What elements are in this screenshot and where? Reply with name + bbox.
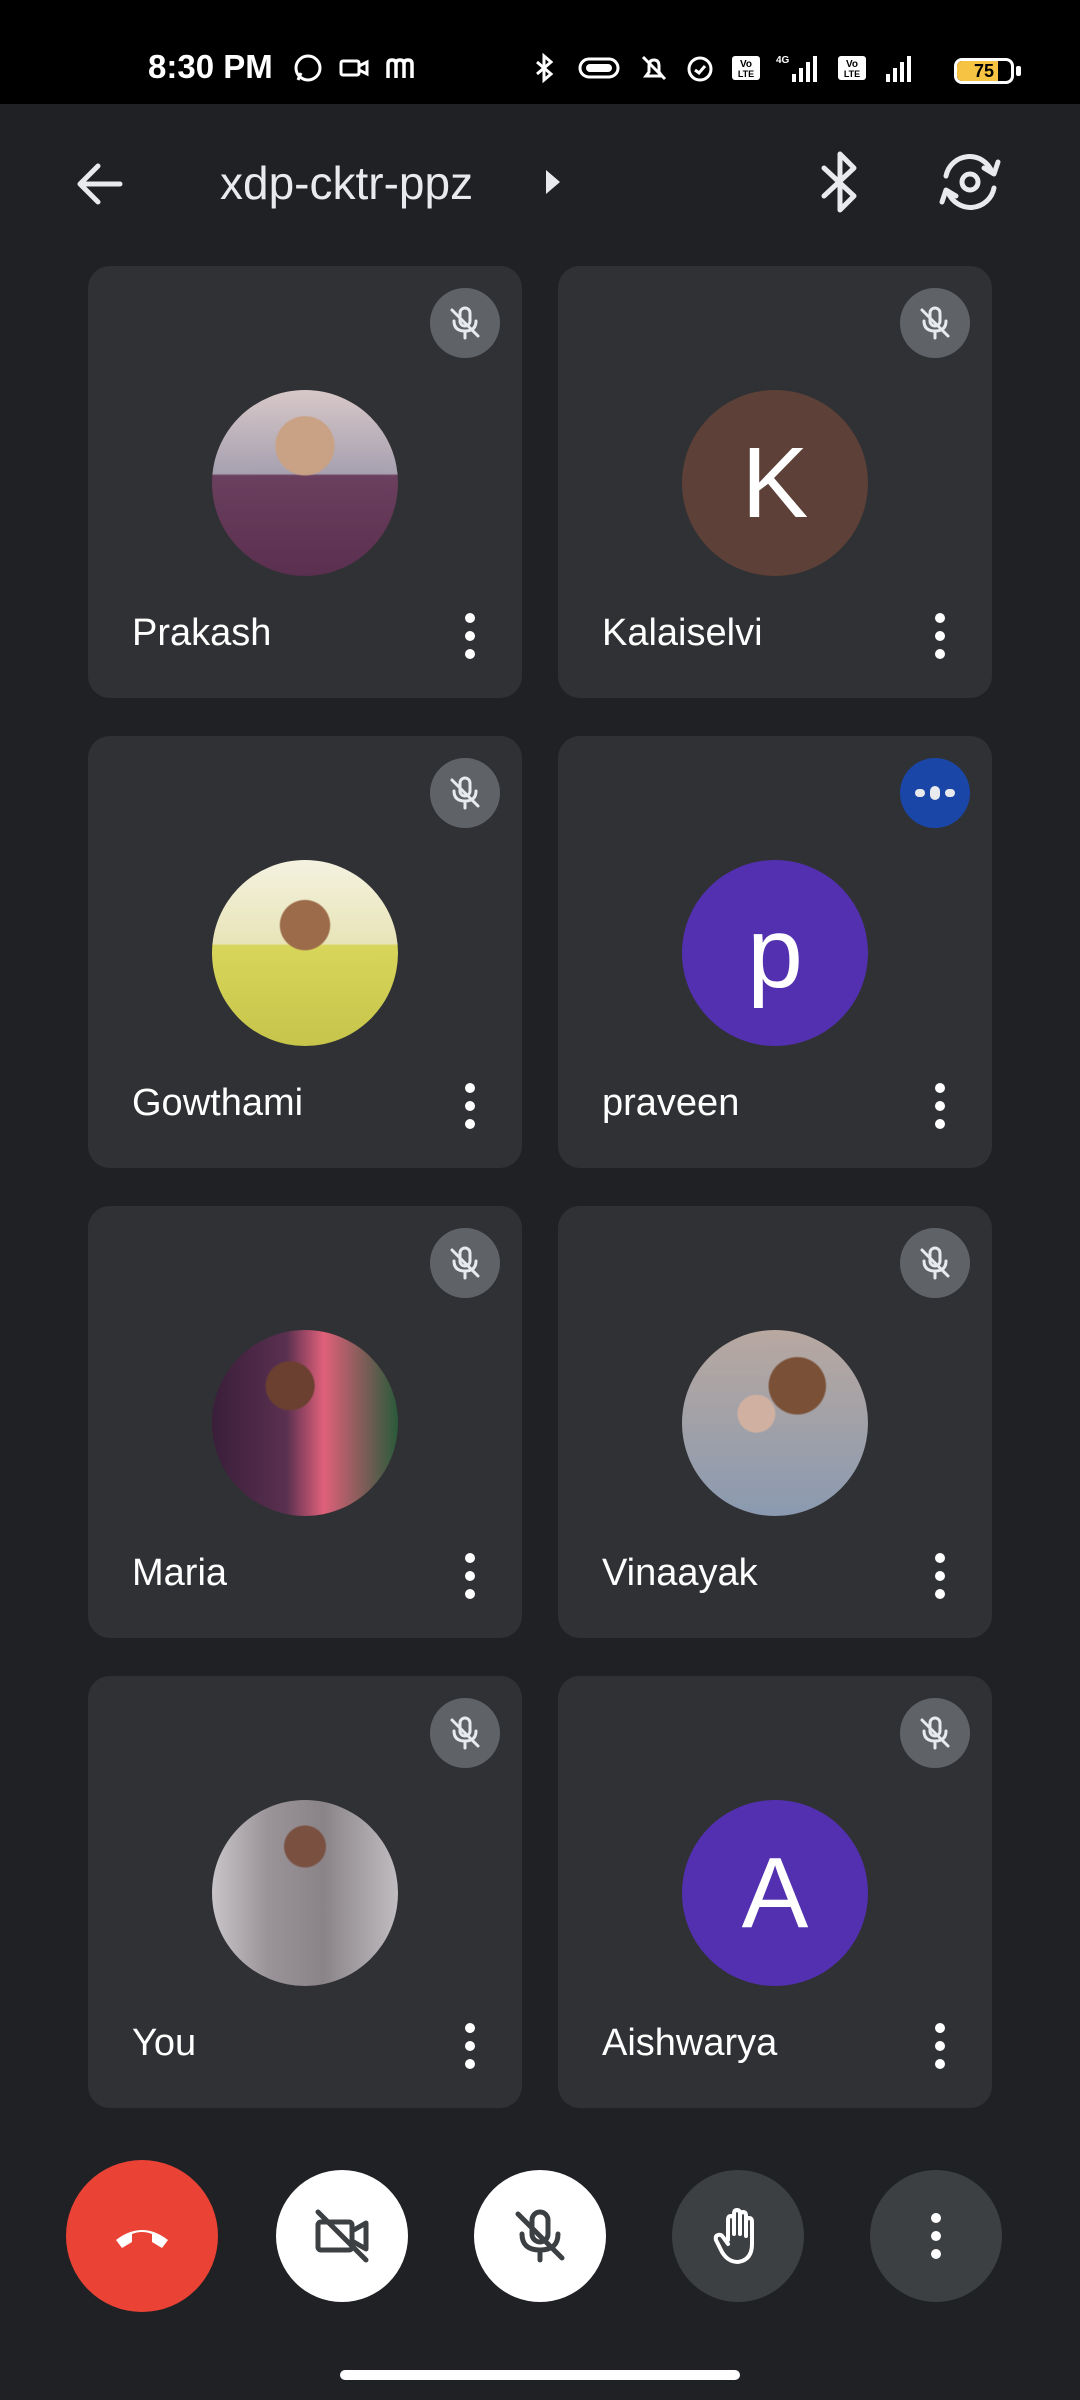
- more-vert-icon[interactable]: [932, 1544, 948, 1608]
- participant-tile[interactable]: Vinaayak: [558, 1206, 992, 1638]
- participant-tile[interactable]: You: [88, 1676, 522, 2108]
- participant-name: Aishwarya: [602, 2022, 778, 2064]
- more-vert-icon[interactable]: [462, 1074, 478, 1138]
- mic-off-icon: [515, 2209, 565, 2263]
- svg-text:LTE: LTE: [738, 69, 754, 79]
- caret-right-icon: [546, 170, 560, 194]
- status-time: 8:30 PM: [148, 48, 273, 85]
- svg-text:LTE: LTE: [844, 69, 860, 79]
- mic-muted-icon: [430, 288, 500, 358]
- participant-tile[interactable]: p praveen: [558, 736, 992, 1168]
- meeting-code: xdp-cktr-ppz: [220, 157, 474, 209]
- avatar: [212, 390, 398, 576]
- participant-name: Maria: [132, 1552, 228, 1594]
- battery-icon: 75: [954, 58, 1014, 84]
- more-vert-icon[interactable]: [932, 2014, 948, 2078]
- speaking-indicator-icon: [900, 758, 970, 828]
- more-vert-icon[interactable]: [462, 2014, 478, 2078]
- mic-muted-icon: [900, 288, 970, 358]
- more-options-button[interactable]: [870, 2170, 1002, 2302]
- participant-name: Kalaiselvi: [602, 612, 763, 654]
- participant-name: Prakash: [132, 612, 272, 654]
- avatar-letter: p: [747, 896, 803, 1009]
- bluetooth-status-icon: [536, 52, 554, 84]
- svg-text:4G: 4G: [776, 55, 790, 66]
- notification-icons: [292, 52, 416, 84]
- bell-off-icon: [641, 55, 667, 81]
- participant-tile[interactable]: Prakash: [88, 266, 522, 698]
- more-vert-icon[interactable]: [932, 1074, 948, 1138]
- mic-muted-icon: [900, 1698, 970, 1768]
- alarm-icon: [687, 56, 713, 82]
- participant-tile[interactable]: A Aishwarya: [558, 1676, 992, 2108]
- mic-muted-icon: [430, 1698, 500, 1768]
- end-call-icon: [116, 2230, 168, 2248]
- messenger-m-icon: [386, 58, 414, 78]
- signal-icon: [886, 56, 911, 82]
- avatar: [212, 860, 398, 1046]
- battery-level: 75: [973, 61, 995, 81]
- participant-tile[interactable]: Maria: [88, 1206, 522, 1638]
- avatar: A: [682, 1800, 868, 1986]
- avatar-letter: A: [741, 1836, 809, 1949]
- end-call-button[interactable]: [66, 2160, 218, 2312]
- more-vert-icon[interactable]: [932, 604, 948, 668]
- participant-tile[interactable]: Gowthami: [88, 736, 522, 1168]
- volte-2-icon: VoLTE: [838, 56, 866, 80]
- call-header: xdp-cktr-ppz: [0, 104, 1080, 262]
- status-bar: 8:30 PM Vo LTE 4G Vo LTE 75: [0, 0, 1080, 104]
- video-camera-icon: [339, 59, 369, 77]
- signal-4g-icon: 4G: [776, 55, 817, 82]
- avatar: K: [682, 390, 868, 576]
- camera-toggle-button[interactable]: [276, 2170, 408, 2302]
- vibrate-icon: [578, 57, 620, 79]
- participant-tile[interactable]: K Kalaiselvi: [558, 266, 992, 698]
- mic-muted-icon: [900, 1228, 970, 1298]
- participant-name: Vinaayak: [602, 1552, 758, 1594]
- more-vert-icon[interactable]: [462, 1544, 478, 1608]
- battery-tip: [1016, 66, 1021, 76]
- avatar: [212, 1800, 398, 1986]
- avatar: [212, 1330, 398, 1516]
- camera-off-icon: [315, 2209, 369, 2263]
- avatar: [682, 1330, 868, 1516]
- mic-muted-icon: [430, 758, 500, 828]
- whatsapp-icon: [294, 54, 322, 82]
- raise-hand-button[interactable]: [672, 2170, 804, 2302]
- raise-hand-icon: [713, 2208, 754, 2264]
- participant-name: Gowthami: [132, 1082, 304, 1124]
- call-controls: [0, 2150, 1080, 2320]
- avatar: p: [682, 860, 868, 1046]
- mic-toggle-button[interactable]: [474, 2170, 606, 2302]
- switch-camera-icon[interactable]: [934, 146, 1006, 218]
- home-indicator[interactable]: [340, 2370, 740, 2380]
- bluetooth-icon[interactable]: [808, 146, 872, 218]
- avatar-letter: K: [741, 426, 809, 539]
- system-icons: Vo LTE 4G Vo LTE: [528, 52, 924, 84]
- participant-name: praveen: [602, 1082, 740, 1124]
- more-vert-icon[interactable]: [462, 604, 478, 668]
- arrow-left-icon[interactable]: [68, 152, 132, 216]
- participant-name: You: [132, 2022, 197, 2064]
- more-vert-icon: [931, 2213, 941, 2259]
- mic-muted-icon: [430, 1228, 500, 1298]
- volte-icon: VoLTE: [732, 56, 760, 80]
